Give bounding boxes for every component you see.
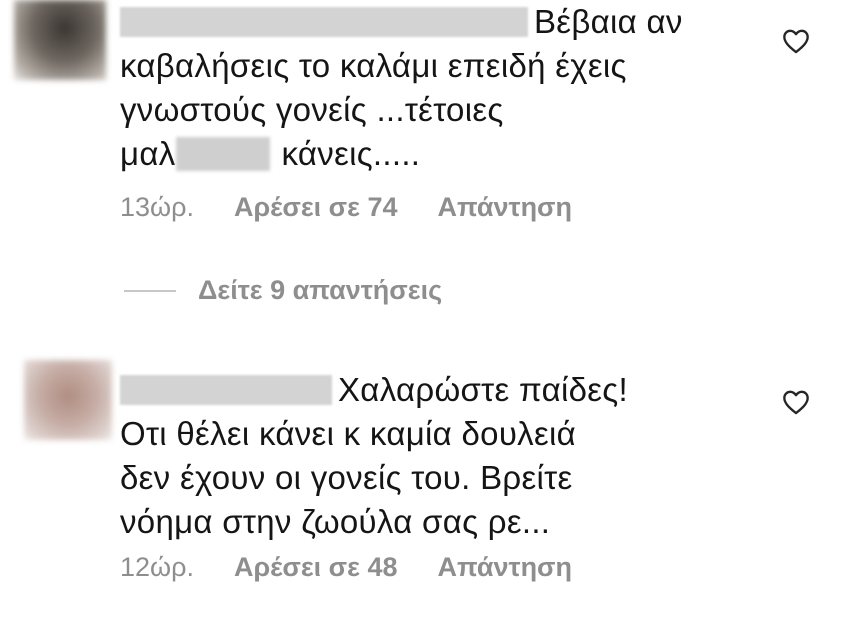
comment-meta: 12ώρ. Αρέσει σε 48 Απάντηση	[120, 552, 572, 583]
avatar[interactable]	[24, 360, 112, 440]
comment-text-fragment: μαλ	[120, 135, 176, 172]
replies-divider	[124, 289, 176, 292]
comment-text-line: Βέβαια αν	[534, 3, 683, 40]
comment-meta: 13ώρ. Αρέσει σε 74 Απάντηση	[120, 192, 572, 223]
comment-text-line: Χαλαρώστε παίδες!	[338, 371, 628, 408]
username-redacted[interactable]	[120, 7, 528, 37]
likes-count-link[interactable]: Αρέσει σε 74	[234, 192, 398, 223]
view-replies-button[interactable]: Δείτε 9 απαντήσεις	[124, 275, 442, 306]
comment-time: 13ώρ.	[120, 192, 194, 222]
comment-time: 12ώρ.	[120, 552, 194, 582]
username-redacted[interactable]	[120, 375, 332, 405]
comment-text: Χαλαρώστε παίδες! Οτι θέλει κάνει κ καμί…	[120, 368, 760, 544]
comment-text: Βέβαια αν καβαλήσεις το καλάμι επειδή έχ…	[120, 0, 760, 176]
comment-2: Χαλαρώστε παίδες! Οτι θέλει κάνει κ καμί…	[0, 355, 860, 595]
word-redacted	[175, 137, 270, 171]
comment-text-line: νόημα στην ζωούλα σας ρε...	[120, 503, 551, 540]
view-replies-label: Δείτε 9 απαντήσεις	[198, 275, 443, 305]
reply-button[interactable]: Απάντηση	[437, 552, 572, 583]
comment-text-fragment: κάνεις.....	[281, 135, 421, 172]
comment-text-line: γνωστούς γονείς ...τέτοιες	[120, 91, 504, 128]
heart-icon[interactable]	[782, 28, 810, 54]
comment-text-line: δεν έχουν οι γονείς του. Βρείτε	[120, 459, 573, 496]
comment-1: Βέβαια αν καβαλήσεις το καλάμι επειδή έχ…	[0, 0, 860, 240]
comment-text-line: καβαλήσεις το καλάμι επειδή έχεις	[120, 47, 627, 84]
heart-icon[interactable]	[782, 389, 810, 415]
comment-text-line: Οτι θέλει κάνει κ καμία δουλειά	[120, 415, 576, 452]
likes-count-link[interactable]: Αρέσει σε 48	[234, 552, 398, 583]
reply-button[interactable]: Απάντηση	[437, 192, 572, 223]
